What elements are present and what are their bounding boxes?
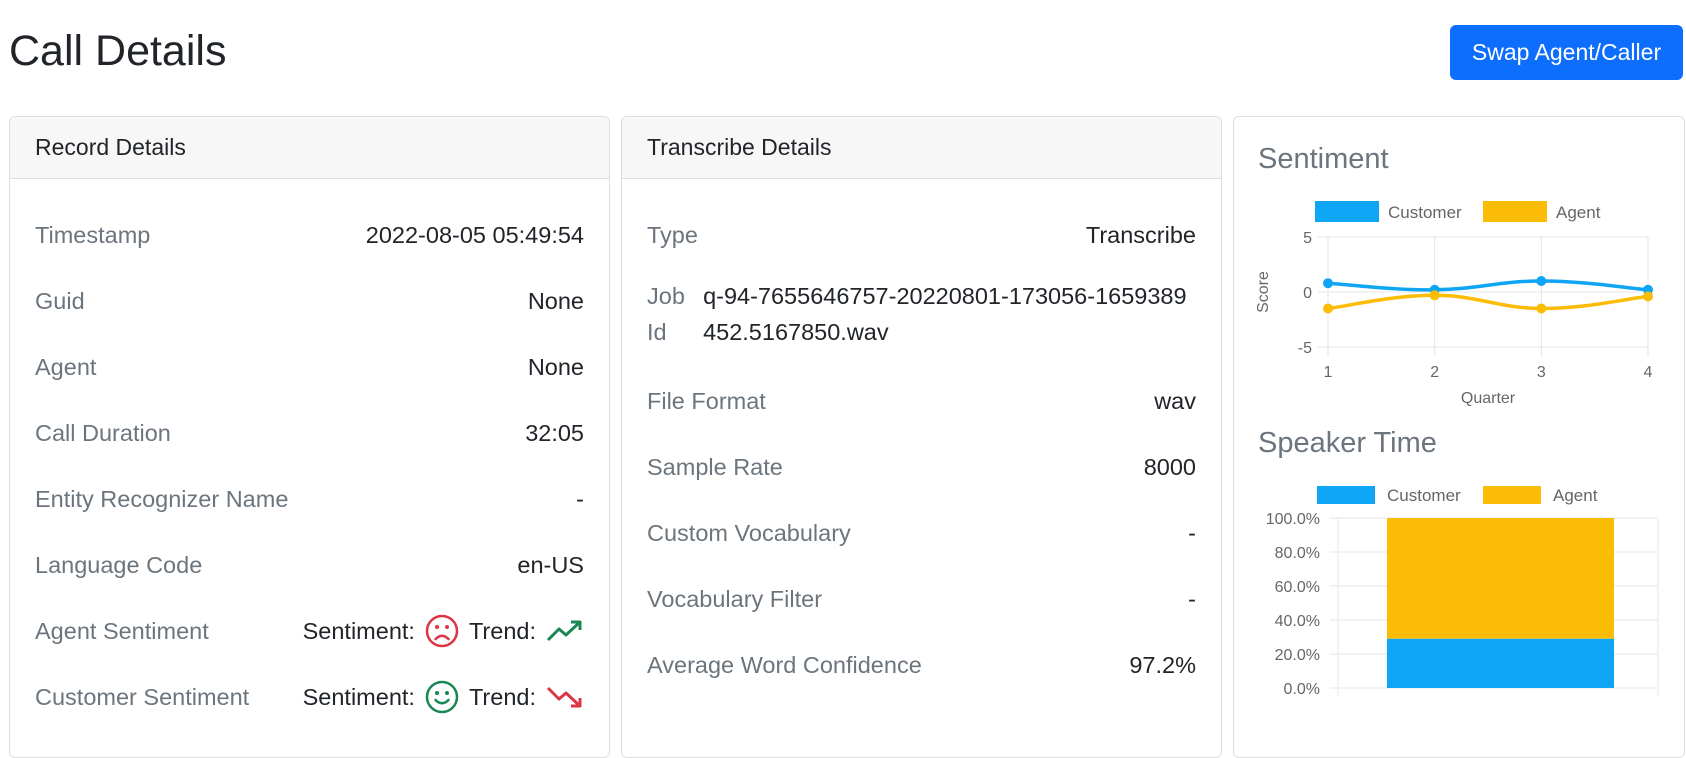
file-format-value: wav bbox=[1154, 387, 1196, 414]
y-tick-label: 40.0% bbox=[1275, 613, 1320, 630]
record-details-card: Record Details Timestamp 2022-08-05 05:4… bbox=[9, 116, 610, 758]
x-tick-label: 1 bbox=[1324, 364, 1333, 381]
record-row-agent-sentiment: Agent Sentiment Sentiment: Trend: bbox=[35, 598, 584, 664]
vocabulary-filter-value: - bbox=[1188, 585, 1196, 612]
agent-sentiment-text: Sentiment: bbox=[302, 617, 415, 644]
transcribe-row-type: Type Transcribe bbox=[647, 202, 1196, 268]
transcribe-row-custom-vocabulary: Custom Vocabulary - bbox=[647, 500, 1196, 566]
y-tick-label: 100.0% bbox=[1266, 511, 1320, 528]
legend-label-agent: Agent bbox=[1556, 203, 1601, 222]
series-line-customer bbox=[1327, 279, 1649, 292]
y-tick-label: 80.0% bbox=[1275, 545, 1320, 562]
customer-sentiment-label: Customer Sentiment bbox=[35, 683, 250, 710]
speaker-time-chart-title: Speaker Time bbox=[1258, 427, 1437, 459]
y-tick-label: 0 bbox=[1303, 285, 1312, 302]
legend-swatch-customer bbox=[1315, 201, 1379, 222]
bar-segment-agent bbox=[1387, 518, 1614, 639]
avg-word-confidence-value: 97.2% bbox=[1129, 651, 1196, 678]
language-code-value: en-US bbox=[517, 551, 584, 578]
type-value: Transcribe bbox=[1085, 221, 1196, 248]
y-tick-label: 20.0% bbox=[1275, 647, 1320, 664]
data-point-customer bbox=[1536, 276, 1547, 286]
legend-swatch-agent bbox=[1483, 201, 1547, 222]
call-duration-label: Call Duration bbox=[35, 419, 171, 446]
sentiment-chart: Customer Agent 5 0 -5 1 2 3 4 Quarter Score bbox=[1255, 201, 1653, 407]
vocabulary-filter-label: Vocabulary Filter bbox=[647, 585, 823, 612]
job-id-label: Job Id bbox=[647, 278, 703, 350]
transcribe-row-file-format: File Format wav bbox=[647, 368, 1196, 434]
custom-vocabulary-value: - bbox=[1188, 519, 1196, 546]
job-id-value: q-94-7655646757-20220801-173056-16593894… bbox=[703, 283, 1187, 345]
legend-swatch-agent bbox=[1483, 486, 1541, 504]
page-title: Call Details bbox=[9, 27, 227, 75]
x-tick-label: 4 bbox=[1644, 364, 1653, 381]
transcribe-row-sample-rate: Sample Rate 8000 bbox=[647, 434, 1196, 500]
call-duration-value: 32:05 bbox=[525, 419, 584, 446]
job-label-line2: Id bbox=[647, 319, 667, 345]
record-row-customer-sentiment: Customer Sentiment Sentiment: Trend: bbox=[35, 664, 584, 730]
trend-down-icon bbox=[546, 686, 582, 708]
legend-label-customer: Customer bbox=[1388, 203, 1462, 222]
record-row-language-code: Language Code en-US bbox=[35, 532, 584, 598]
data-point-agent bbox=[1323, 303, 1333, 314]
agent-value: None bbox=[527, 353, 584, 380]
record-row-timestamp: Timestamp 2022-08-05 05:49:54 bbox=[35, 202, 584, 268]
agent-label: Agent bbox=[35, 353, 97, 380]
transcribe-details-header: Transcribe Details bbox=[622, 117, 1221, 179]
legend-label-agent: Agent bbox=[1553, 486, 1598, 505]
guid-label: Guid bbox=[35, 287, 85, 314]
record-row-call-duration: Call Duration 32:05 bbox=[35, 400, 584, 466]
customer-sentiment-text: Sentiment: bbox=[302, 683, 415, 710]
sample-rate-label: Sample Rate bbox=[647, 453, 783, 480]
sentiment-chart-title: Sentiment bbox=[1258, 143, 1389, 175]
x-axis-label: Quarter bbox=[1461, 390, 1516, 407]
x-tick-label: 3 bbox=[1537, 364, 1546, 381]
custom-vocabulary-label: Custom Vocabulary bbox=[647, 519, 851, 546]
job-label-line1: Job bbox=[647, 283, 685, 309]
timestamp-value: 2022-08-05 05:49:54 bbox=[365, 221, 584, 248]
agent-sentiment-label: Agent Sentiment bbox=[35, 617, 209, 644]
y-tick-label: 5 bbox=[1303, 230, 1312, 247]
transcribe-row-vocabulary-filter: Vocabulary Filter - bbox=[647, 566, 1196, 632]
type-label: Type bbox=[647, 221, 698, 248]
guid-value: None bbox=[527, 287, 584, 314]
record-row-agent: Agent None bbox=[35, 334, 584, 400]
speaker-time-chart: Customer Agent 100.0% 80.0% 60.0% 40.0% 20.0% 0… bbox=[1266, 486, 1659, 698]
legend-swatch-customer bbox=[1317, 486, 1375, 504]
record-row-entity-recognizer: Entity Recognizer Name - bbox=[35, 466, 584, 532]
y-axis-label: Score bbox=[1255, 271, 1272, 313]
legend-label-customer: Customer bbox=[1387, 486, 1461, 505]
y-tick-label: -5 bbox=[1298, 340, 1312, 357]
smile-icon bbox=[425, 680, 459, 714]
record-details-header: Record Details bbox=[10, 117, 609, 179]
y-tick-label: 60.0% bbox=[1275, 579, 1320, 596]
data-point-agent bbox=[1429, 290, 1440, 301]
transcribe-row-job-id: Job Id q-94-7655646757-20220801-173056-1… bbox=[647, 268, 1196, 368]
entity-recognizer-value: - bbox=[576, 485, 584, 512]
trend-up-icon bbox=[546, 620, 582, 642]
language-code-label: Language Code bbox=[35, 551, 203, 578]
bar-segment-customer bbox=[1387, 638, 1614, 688]
swap-agent-caller-button[interactable]: Swap Agent/Caller bbox=[1450, 25, 1683, 80]
record-row-guid: Guid None bbox=[35, 268, 584, 334]
y-tick-label: 0.0% bbox=[1284, 681, 1320, 698]
avg-word-confidence-label: Average Word Confidence bbox=[647, 651, 922, 678]
series-line-agent bbox=[1327, 293, 1649, 311]
file-format-label: File Format bbox=[647, 387, 766, 414]
customer-sentiment-group: Sentiment: Trend: bbox=[303, 680, 584, 714]
agent-trend-text: Trend: bbox=[468, 617, 536, 644]
customer-trend-text: Trend: bbox=[468, 683, 536, 710]
sample-rate-value: 8000 bbox=[1143, 453, 1196, 480]
data-point-agent bbox=[1643, 291, 1653, 302]
frown-icon bbox=[425, 614, 459, 648]
transcribe-row-avg-word-confidence: Average Word Confidence 97.2% bbox=[647, 632, 1196, 698]
data-point-agent bbox=[1536, 303, 1547, 314]
entity-recognizer-label: Entity Recognizer Name bbox=[35, 485, 289, 512]
x-tick-label: 2 bbox=[1430, 364, 1439, 381]
timestamp-label: Timestamp bbox=[35, 221, 151, 248]
data-point-customer bbox=[1323, 278, 1333, 289]
transcribe-details-card: Transcribe Details Type Transcribe Job I… bbox=[621, 116, 1222, 758]
agent-sentiment-group: Sentiment: Trend: bbox=[303, 614, 584, 648]
